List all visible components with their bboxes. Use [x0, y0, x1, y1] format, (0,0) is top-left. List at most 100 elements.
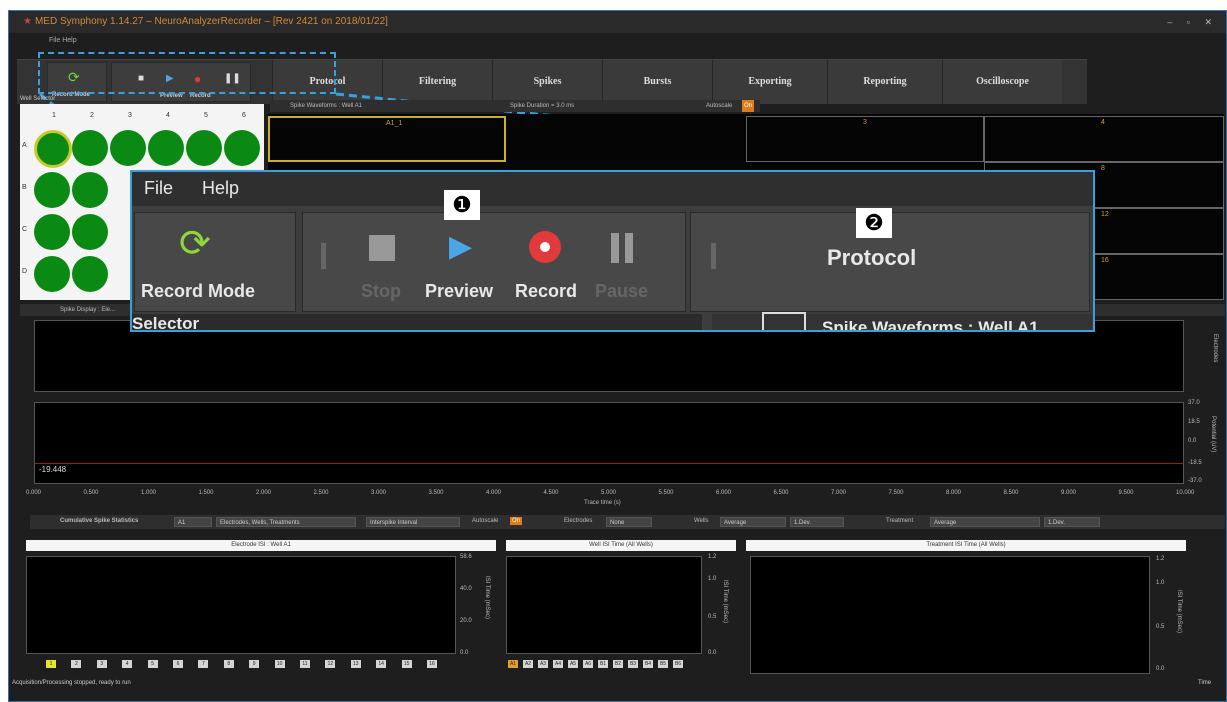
- wells-dropdown[interactable]: Average: [720, 517, 786, 527]
- electrode-chip[interactable]: 5: [147, 660, 158, 668]
- column-number: 2: [90, 112, 94, 119]
- y-tick: 1.2: [1156, 556, 1165, 562]
- x-tick: 5.500: [658, 490, 674, 496]
- well-a3[interactable]: [110, 130, 146, 166]
- waveform-cell[interactable]: A1_1: [268, 116, 506, 162]
- grip-handle[interactable]: [711, 243, 716, 269]
- well-c1[interactable]: [34, 214, 70, 250]
- wells-stat-dropdown[interactable]: 1.Dev.: [790, 517, 844, 527]
- well-chip[interactable]: B2: [613, 660, 623, 668]
- grip-handle[interactable]: [321, 243, 326, 269]
- group-dropdown[interactable]: Electrodes, Wells, Treatments: [216, 517, 356, 527]
- x-tick: 0.000: [26, 490, 42, 496]
- well-chip[interactable]: A6: [583, 660, 593, 668]
- electrode-chip[interactable]: 9: [249, 660, 260, 668]
- pause-icon[interactable]: [611, 233, 619, 263]
- file-menu[interactable]: File: [144, 178, 173, 199]
- well-a4[interactable]: [148, 130, 184, 166]
- y-tick: -37.0: [1188, 478, 1202, 484]
- well-chip[interactable]: A2: [523, 660, 533, 668]
- well-y-label: ISI Time (mSec): [722, 580, 728, 624]
- treatment-stat-dropdown[interactable]: 1.Dev.: [1044, 517, 1100, 527]
- y-tick: -18.5: [1188, 460, 1202, 466]
- well-chip[interactable]: A4: [553, 660, 563, 668]
- spike-waveforms-title: Spike Waveforms : Well A1: [290, 103, 363, 109]
- electrode-isi-chart: [26, 556, 456, 654]
- electrode-chip[interactable]: 1: [46, 660, 56, 668]
- well-chip[interactable]: B3: [628, 660, 638, 668]
- autoscale-toggle[interactable]: On: [742, 100, 755, 112]
- zoom-menu-bar: File Help: [132, 172, 1093, 206]
- waveform-cell[interactable]: 4: [984, 116, 1224, 162]
- well-chip[interactable]: A1: [508, 660, 518, 668]
- y-tick: 1.0: [1156, 580, 1165, 586]
- well-a2[interactable]: [72, 130, 108, 166]
- record-icon[interactable]: [529, 231, 561, 263]
- well-chip[interactable]: B1: [598, 660, 608, 668]
- callout-badge-1: ❶: [444, 190, 480, 220]
- electrode-chip[interactable]: 13: [350, 660, 361, 668]
- x-tick: 4.500: [543, 490, 559, 496]
- preview-icon[interactable]: ▶: [449, 229, 472, 264]
- x-tick: 8.000: [946, 490, 962, 496]
- status-text: Acquisition/Processing stopped, ready to…: [12, 680, 131, 686]
- y-tick: 58.6: [460, 554, 472, 560]
- electrode-chip[interactable]: 10: [274, 660, 285, 668]
- treatment-dropdown[interactable]: Average: [930, 517, 1040, 527]
- zoom-callout: File Help ⟳ Record Mode Stop ▶ Preview R…: [130, 170, 1095, 332]
- well-a6[interactable]: [224, 130, 260, 166]
- y-tick: 1.0: [708, 576, 717, 582]
- electrode-chip[interactable]: 12: [325, 660, 336, 668]
- stop-icon[interactable]: [369, 235, 395, 261]
- electrode-y-label: ISI Time (mSec): [484, 576, 490, 620]
- well-selector-caption: Well Selector: [20, 96, 56, 102]
- electrode-chip[interactable]: 15: [401, 660, 412, 668]
- well-b2[interactable]: [72, 172, 108, 208]
- record-mode-label: Record Mode: [141, 281, 256, 301]
- well-d1[interactable]: [34, 256, 70, 292]
- column-number: 5: [204, 112, 208, 119]
- x-tick: 6.000: [716, 490, 732, 496]
- electrode-chip[interactable]: 7: [198, 660, 209, 668]
- well-d2[interactable]: [72, 256, 108, 292]
- help-menu[interactable]: Help: [202, 178, 239, 199]
- well-chip[interactable]: B6: [673, 660, 683, 668]
- autoscale-toggle[interactable]: On: [510, 517, 523, 525]
- well-b1[interactable]: [34, 172, 70, 208]
- electrodes-dropdown[interactable]: None: [606, 517, 652, 527]
- record-mode-button[interactable]: ⟳ Record Mode: [134, 212, 296, 312]
- x-tick: 9.000: [1061, 490, 1077, 496]
- well-chip[interactable]: B4: [643, 660, 653, 668]
- x-tick: 4.000: [486, 490, 502, 496]
- treatment-isi-chart: [750, 556, 1150, 674]
- well-chip[interactable]: B5: [658, 660, 668, 668]
- electrode-chip[interactable]: 3: [96, 660, 107, 668]
- electrode-chip[interactable]: 4: [122, 660, 133, 668]
- metric-dropdown[interactable]: Interspike Interval: [366, 517, 460, 527]
- stop-label[interactable]: Stop: [361, 281, 401, 302]
- y-tick: 0.0: [460, 650, 469, 656]
- electrode-chip[interactable]: 14: [376, 660, 387, 668]
- electrode-chip[interactable]: 8: [223, 660, 234, 668]
- pause-label[interactable]: Pause: [595, 281, 648, 302]
- electrode-chip[interactable]: 6: [173, 660, 183, 668]
- well-a5[interactable]: [186, 130, 222, 166]
- waveform-cell[interactable]: 3: [746, 116, 984, 162]
- well-a1[interactable]: [34, 130, 72, 168]
- x-tick: 1.000: [141, 490, 157, 496]
- record-label[interactable]: Record: [515, 281, 577, 302]
- row-label: C: [22, 226, 28, 233]
- y-tick: 1.2: [708, 554, 717, 560]
- well-c2[interactable]: [72, 214, 108, 250]
- treatment-y-label: ISI Time (mSec): [1176, 590, 1182, 634]
- well-chip[interactable]: A5: [568, 660, 578, 668]
- electrode-chip[interactable]: 11: [300, 660, 310, 668]
- well-chip[interactable]: A3: [538, 660, 548, 668]
- electrode-chip[interactable]: 16: [427, 660, 437, 668]
- trace-panel: -19.448: [34, 402, 1184, 484]
- expand-icon[interactable]: [762, 312, 806, 330]
- electrode-chip[interactable]: 2: [71, 660, 82, 668]
- cumulative-title: Cumulative Spike Statistics: [60, 518, 139, 524]
- preview-label[interactable]: Preview: [425, 281, 493, 302]
- well-dropdown[interactable]: A1: [174, 517, 212, 527]
